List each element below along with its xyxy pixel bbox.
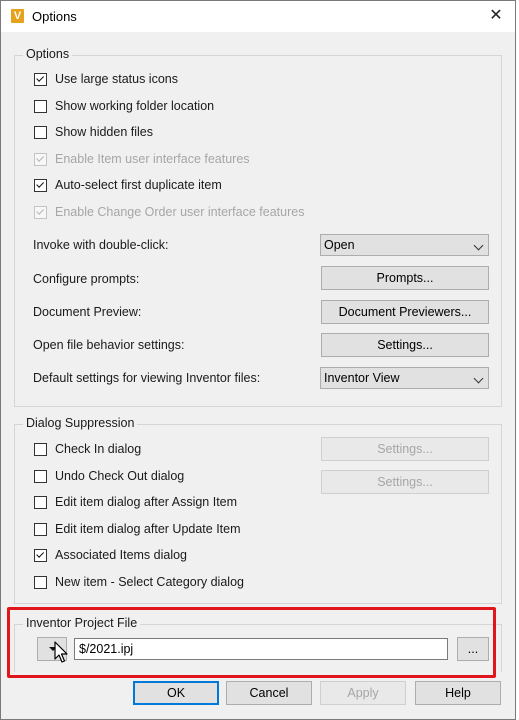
checkbox-box[interactable]: [34, 72, 47, 86]
invoke-select[interactable]: Open: [320, 234, 489, 256]
checkbox-label: Use large status icons: [55, 72, 178, 86]
window-title: Options: [32, 9, 77, 24]
checkbox-show-working-folder[interactable]: Show working folder location: [34, 97, 214, 115]
checkbox-label: Auto-select first duplicate item: [55, 178, 222, 192]
open-behavior-label: Open file behavior settings:: [33, 338, 185, 352]
checkbox-new-item-category[interactable]: New item - Select Category dialog: [34, 573, 244, 591]
checkbox-box: [34, 205, 47, 219]
checkbox-box[interactable]: [34, 575, 47, 589]
checkbox-label: Show hidden files: [55, 125, 153, 139]
cancel-button[interactable]: Cancel: [226, 681, 312, 705]
viewing-select-value: Inventor View: [324, 371, 400, 385]
checkbox-box[interactable]: [34, 125, 47, 139]
checkbox-box[interactable]: [34, 442, 47, 456]
checkbox-label: Associated Items dialog: [55, 548, 188, 562]
dialog-suppression-title: Dialog Suppression: [23, 416, 138, 430]
document-previewers-button[interactable]: Document Previewers...: [321, 300, 489, 324]
chevron-down-icon: [473, 240, 484, 251]
checkbox-box[interactable]: [34, 548, 47, 562]
options-group-title: Options: [23, 47, 73, 61]
checkbox-label: Show working folder location: [55, 99, 215, 113]
open-behavior-settings-button[interactable]: Settings...: [321, 333, 489, 357]
checkbox-use-large-status-icons[interactable]: Use large status icons: [34, 70, 178, 88]
checkbox-show-hidden-files[interactable]: Show hidden files: [34, 123, 153, 141]
checkbox-enable-item-ui: Enable Item user interface features: [34, 150, 250, 168]
checkbox-label: Edit item dialog after Assign Item: [55, 495, 238, 509]
invoke-select-value: Open: [324, 238, 355, 252]
checkbox-label: New item - Select Category dialog: [55, 575, 244, 589]
vault-app-icon: V: [11, 9, 24, 23]
checkbox-label: Undo Check Out dialog: [55, 469, 185, 483]
chevron-down-icon: [473, 373, 484, 384]
close-icon[interactable]: ✕: [485, 5, 507, 27]
title-bar: V Options ✕: [1, 1, 515, 32]
checkbox-label: Check In dialog: [55, 442, 142, 456]
help-button[interactable]: Help: [415, 681, 501, 705]
checkbox-box: [34, 152, 47, 166]
ok-button[interactable]: OK: [133, 681, 219, 705]
checkbox-box[interactable]: [34, 99, 47, 113]
checkbox-label: Enable Item user interface features: [55, 152, 250, 166]
checkbox-box[interactable]: [34, 178, 47, 192]
highlight-annotation: [7, 607, 496, 678]
checkbox-undo-check-out-dialog[interactable]: Undo Check Out dialog: [34, 467, 184, 485]
checkbox-label: Enable Change Order user interface featu…: [55, 205, 305, 219]
checkbox-box[interactable]: [34, 495, 47, 509]
checkbox-edit-after-update[interactable]: Edit item dialog after Update Item: [34, 520, 241, 538]
viewing-select[interactable]: Inventor View: [320, 367, 489, 389]
checkbox-box[interactable]: [34, 522, 47, 536]
invoke-label: Invoke with double-click:: [33, 238, 169, 252]
checkbox-edit-after-assign[interactable]: Edit item dialog after Assign Item: [34, 493, 237, 511]
checkbox-enable-change-order-ui: Enable Change Order user interface featu…: [34, 203, 304, 221]
apply-button: Apply: [320, 681, 406, 705]
viewing-settings-label: Default settings for viewing Inventor fi…: [33, 371, 261, 385]
checkbox-check-in-dialog[interactable]: Check In dialog: [34, 440, 141, 458]
checkbox-associated-items[interactable]: Associated Items dialog: [34, 546, 187, 564]
options-dialog: V Options ✕ Options Use large status ico…: [0, 0, 516, 720]
prompts-button[interactable]: Prompts...: [321, 266, 489, 290]
document-preview-label: Document Preview:: [33, 305, 142, 319]
prompts-label: Configure prompts:: [33, 272, 140, 286]
checkbox-auto-select-duplicate[interactable]: Auto-select first duplicate item: [34, 176, 222, 194]
check-in-settings-button: Settings...: [321, 437, 489, 461]
checkbox-label: Edit item dialog after Update Item: [55, 522, 241, 536]
undo-check-out-settings-button: Settings...: [321, 470, 489, 494]
checkbox-box[interactable]: [34, 469, 47, 483]
